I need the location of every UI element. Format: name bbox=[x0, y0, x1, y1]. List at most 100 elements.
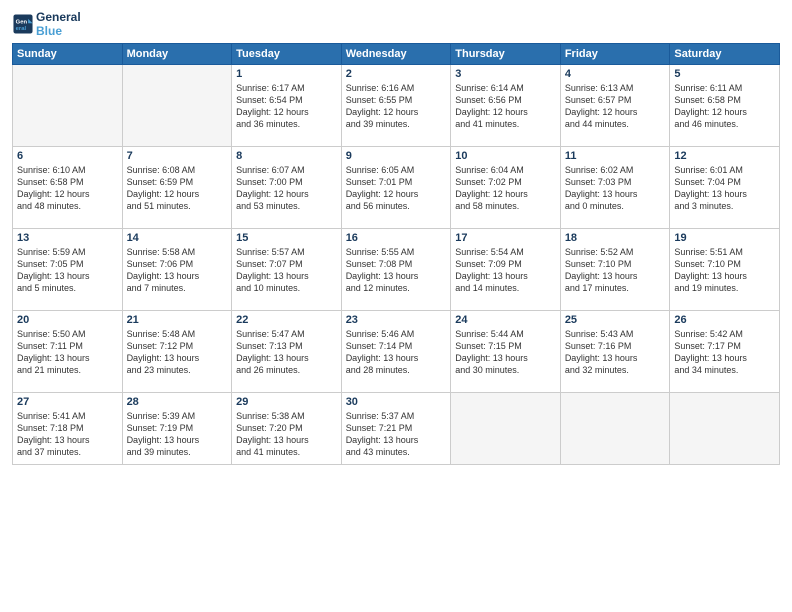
weekday-header-monday: Monday bbox=[122, 43, 232, 64]
week-row-1: 1 Sunrise: 6:17 AM Sunset: 6:54 PM Daylig… bbox=[13, 64, 780, 146]
day-number: 8 bbox=[236, 150, 337, 162]
calendar-cell: 27 Sunrise: 5:41 AM Sunset: 7:18 PM Dayli… bbox=[13, 392, 123, 464]
day-number: 15 bbox=[236, 232, 337, 244]
day-detail: Sunrise: 6:04 AM Sunset: 7:02 PM Dayligh… bbox=[455, 164, 556, 213]
day-detail: Sunrise: 5:50 AM Sunset: 7:11 PM Dayligh… bbox=[17, 328, 118, 377]
week-row-2: 6Sunrise: 6:10 AM Sunset: 6:58 PM Daylig… bbox=[13, 146, 780, 228]
page-container: Gen eral General Blue SundayMondayTuesda… bbox=[0, 0, 792, 473]
day-number: 7 bbox=[127, 150, 228, 162]
day-detail: Sunrise: 6:02 AM Sunset: 7:03 PM Dayligh… bbox=[565, 164, 666, 213]
calendar-cell: 26Sunrise: 5:42 AM Sunset: 7:17 PM Dayli… bbox=[670, 310, 780, 392]
day-number: 2 bbox=[346, 68, 447, 80]
day-number: 18 bbox=[565, 232, 666, 244]
day-number: 12 bbox=[674, 150, 775, 162]
day-number: 16 bbox=[346, 232, 447, 244]
calendar-cell: 11Sunrise: 6:02 AM Sunset: 7:03 PM Dayli… bbox=[560, 146, 670, 228]
calendar-cell bbox=[122, 64, 232, 146]
calendar-cell: 2Sunrise: 6:16 AM Sunset: 6:55 PM Daylig… bbox=[341, 64, 451, 146]
weekday-header-sunday: Sunday bbox=[13, 43, 123, 64]
calendar-cell: 20 Sunrise: 5:50 AM Sunset: 7:11 PM Dayli… bbox=[13, 310, 123, 392]
calendar-cell: 15 Sunrise: 5:57 AM Sunset: 7:07 PM Dayli… bbox=[232, 228, 342, 310]
calendar-cell bbox=[560, 392, 670, 464]
day-number: 25 bbox=[565, 314, 666, 326]
day-detail: Sunrise: 5:48 AM Sunset: 7:12 PM Dayligh… bbox=[127, 328, 228, 377]
day-detail: Sunrise: 5:38 AM Sunset: 7:20 PM Dayligh… bbox=[236, 410, 337, 459]
calendar-cell bbox=[670, 392, 780, 464]
calendar-cell: 7 Sunrise: 6:08 AM Sunset: 6:59 PM Daylig… bbox=[122, 146, 232, 228]
day-number: 4 bbox=[565, 68, 666, 80]
day-detail: Sunrise: 5:52 AM Sunset: 7:10 PM Dayligh… bbox=[565, 246, 666, 295]
calendar-cell: 18 Sunrise: 5:52 AM Sunset: 7:10 PM Dayli… bbox=[560, 228, 670, 310]
day-number: 13 bbox=[17, 232, 118, 244]
calendar-cell: 22 Sunrise: 5:47 AM Sunset: 7:13 PM Dayli… bbox=[232, 310, 342, 392]
day-detail: Sunrise: 5:44 AM Sunset: 7:15 PM Dayligh… bbox=[455, 328, 556, 377]
day-number: 30 bbox=[346, 396, 447, 408]
day-number: 24 bbox=[455, 314, 556, 326]
day-detail: Sunrise: 5:39 AM Sunset: 7:19 PM Dayligh… bbox=[127, 410, 228, 459]
day-number: 19 bbox=[674, 232, 775, 244]
day-detail: Sunrise: 6:10 AM Sunset: 6:58 PM Dayligh… bbox=[17, 164, 118, 213]
calendar-cell: 17Sunrise: 5:54 AM Sunset: 7:09 PM Dayli… bbox=[451, 228, 561, 310]
day-number: 22 bbox=[236, 314, 337, 326]
day-detail: Sunrise: 5:42 AM Sunset: 7:17 PM Dayligh… bbox=[674, 328, 775, 377]
day-detail: Sunrise: 5:41 AM Sunset: 7:18 PM Dayligh… bbox=[17, 410, 118, 459]
day-detail: Sunrise: 5:58 AM Sunset: 7:06 PM Dayligh… bbox=[127, 246, 228, 295]
day-detail: Sunrise: 5:51 AM Sunset: 7:10 PM Dayligh… bbox=[674, 246, 775, 295]
day-detail: Sunrise: 5:37 AM Sunset: 7:21 PM Dayligh… bbox=[346, 410, 447, 459]
svg-text:eral: eral bbox=[16, 26, 27, 32]
day-number: 3 bbox=[455, 68, 556, 80]
calendar-cell: 4 Sunrise: 6:13 AM Sunset: 6:57 PM Daylig… bbox=[560, 64, 670, 146]
day-detail: Sunrise: 5:59 AM Sunset: 7:05 PM Dayligh… bbox=[17, 246, 118, 295]
day-detail: Sunrise: 6:17 AM Sunset: 6:54 PM Dayligh… bbox=[236, 82, 337, 131]
day-number: 10 bbox=[455, 150, 556, 162]
calendar-cell: 28 Sunrise: 5:39 AM Sunset: 7:19 PM Dayli… bbox=[122, 392, 232, 464]
day-number: 14 bbox=[127, 232, 228, 244]
calendar-cell: 5Sunrise: 6:11 AM Sunset: 6:58 PM Daylig… bbox=[670, 64, 780, 146]
calendar-cell: 14 Sunrise: 5:58 AM Sunset: 7:06 PM Dayli… bbox=[122, 228, 232, 310]
calendar-cell: 24 Sunrise: 5:44 AM Sunset: 7:15 PM Dayli… bbox=[451, 310, 561, 392]
day-number: 5 bbox=[674, 68, 775, 80]
day-detail: Sunrise: 6:01 AM Sunset: 7:04 PM Dayligh… bbox=[674, 164, 775, 213]
calendar-cell: 1 Sunrise: 6:17 AM Sunset: 6:54 PM Daylig… bbox=[232, 64, 342, 146]
calendar-table: SundayMondayTuesdayWednesdayThursdayFrid… bbox=[12, 43, 780, 465]
day-number: 20 bbox=[17, 314, 118, 326]
day-detail: Sunrise: 5:47 AM Sunset: 7:13 PM Dayligh… bbox=[236, 328, 337, 377]
calendar-cell bbox=[13, 64, 123, 146]
week-row-4: 20 Sunrise: 5:50 AM Sunset: 7:11 PM Dayli… bbox=[13, 310, 780, 392]
weekday-header-tuesday: Tuesday bbox=[232, 43, 342, 64]
day-number: 27 bbox=[17, 396, 118, 408]
day-detail: Sunrise: 6:08 AM Sunset: 6:59 PM Dayligh… bbox=[127, 164, 228, 213]
calendar-cell: 8Sunrise: 6:07 AM Sunset: 7:00 PM Daylig… bbox=[232, 146, 342, 228]
weekday-header-friday: Friday bbox=[560, 43, 670, 64]
day-detail: Sunrise: 5:43 AM Sunset: 7:16 PM Dayligh… bbox=[565, 328, 666, 377]
calendar-cell: 23 Sunrise: 5:46 AM Sunset: 7:14 PM Dayli… bbox=[341, 310, 451, 392]
weekday-header-thursday: Thursday bbox=[451, 43, 561, 64]
day-detail: Sunrise: 6:13 AM Sunset: 6:57 PM Dayligh… bbox=[565, 82, 666, 131]
calendar-cell: 12 Sunrise: 6:01 AM Sunset: 7:04 PM Dayli… bbox=[670, 146, 780, 228]
logo: Gen eral General Blue bbox=[12, 10, 81, 39]
calendar-cell: 13 Sunrise: 5:59 AM Sunset: 7:05 PM Dayli… bbox=[13, 228, 123, 310]
day-detail: Sunrise: 5:57 AM Sunset: 7:07 PM Dayligh… bbox=[236, 246, 337, 295]
logo-text: General Blue bbox=[36, 10, 81, 39]
calendar-cell: 19 Sunrise: 5:51 AM Sunset: 7:10 PM Dayli… bbox=[670, 228, 780, 310]
week-row-3: 13 Sunrise: 5:59 AM Sunset: 7:05 PM Dayli… bbox=[13, 228, 780, 310]
day-number: 28 bbox=[127, 396, 228, 408]
day-number: 1 bbox=[236, 68, 337, 80]
calendar-cell: 10 Sunrise: 6:04 AM Sunset: 7:02 PM Dayli… bbox=[451, 146, 561, 228]
svg-text:Gen: Gen bbox=[16, 20, 28, 26]
day-detail: Sunrise: 5:55 AM Sunset: 7:08 PM Dayligh… bbox=[346, 246, 447, 295]
day-number: 29 bbox=[236, 396, 337, 408]
calendar-cell: 6Sunrise: 6:10 AM Sunset: 6:58 PM Daylig… bbox=[13, 146, 123, 228]
day-number: 23 bbox=[346, 314, 447, 326]
day-detail: Sunrise: 6:05 AM Sunset: 7:01 PM Dayligh… bbox=[346, 164, 447, 213]
week-row-5: 27 Sunrise: 5:41 AM Sunset: 7:18 PM Dayli… bbox=[13, 392, 780, 464]
calendar-cell: 9Sunrise: 6:05 AM Sunset: 7:01 PM Daylig… bbox=[341, 146, 451, 228]
calendar-cell: 30 Sunrise: 5:37 AM Sunset: 7:21 PM Dayli… bbox=[341, 392, 451, 464]
calendar-cell: 3Sunrise: 6:14 AM Sunset: 6:56 PM Daylig… bbox=[451, 64, 561, 146]
calendar-cell: 25 Sunrise: 5:43 AM Sunset: 7:16 PM Dayli… bbox=[560, 310, 670, 392]
logo-icon: Gen eral bbox=[12, 13, 34, 35]
calendar-cell: 16 Sunrise: 5:55 AM Sunset: 7:08 PM Dayli… bbox=[341, 228, 451, 310]
calendar-cell: 21Sunrise: 5:48 AM Sunset: 7:12 PM Dayli… bbox=[122, 310, 232, 392]
day-detail: Sunrise: 5:46 AM Sunset: 7:14 PM Dayligh… bbox=[346, 328, 447, 377]
weekday-header-saturday: Saturday bbox=[670, 43, 780, 64]
